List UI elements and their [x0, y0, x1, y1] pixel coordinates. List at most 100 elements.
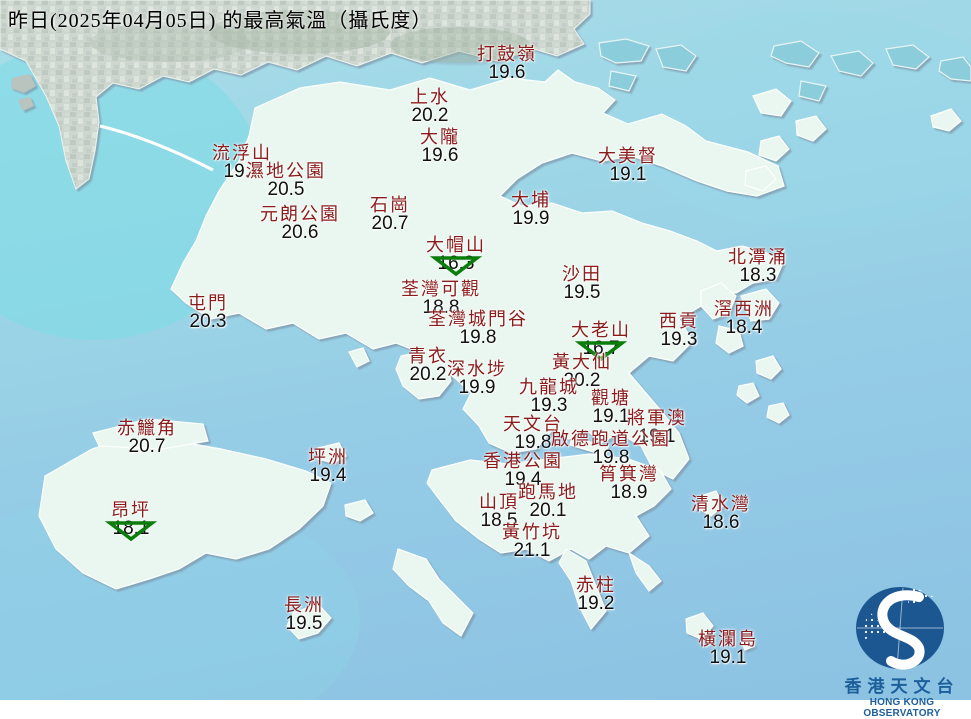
- station-value: 19.9: [513, 209, 550, 228]
- station-value-text: 19.1: [609, 164, 647, 186]
- station: 屯門 20.3: [188, 294, 228, 332]
- station: 筲箕灣 18.9: [599, 465, 659, 503]
- station: 滘西洲 18.4: [714, 300, 774, 338]
- green-triangle-marker-icon: [104, 521, 158, 542]
- station-value-text: 19.4: [309, 465, 347, 487]
- station-name-label: 赤柱: [576, 575, 616, 595]
- station-name-label: 元朗公園: [260, 204, 340, 224]
- station-name-label: 大帽山: [426, 235, 486, 255]
- station-name-label: 流浮山: [212, 143, 272, 163]
- logo-english-label: HONG KONG OBSERVATORY: [863, 697, 941, 719]
- stations-layer: 打鼓嶺 19.6 上水 20.2 大隴 19.6 流浮山 19.7 濕地公園 2…: [0, 0, 971, 700]
- station-value-text: 19.6: [421, 145, 459, 167]
- station-value-text: 19.5: [563, 282, 601, 304]
- station-value: 19.9: [459, 378, 496, 397]
- station-name-label: 山頂: [479, 492, 519, 512]
- station-value-text: 19.9: [458, 377, 496, 399]
- station-name-label: 清水灣: [691, 494, 751, 514]
- station-value-text: 20.3: [189, 311, 227, 333]
- station-value-text: 18.4: [725, 317, 763, 339]
- logo-chinese-label: 香港天文台: [844, 677, 960, 696]
- station-value-text: 20.2: [411, 105, 449, 127]
- station: 跑馬地 20.1: [518, 483, 578, 521]
- station-name-label: 將軍澳: [627, 408, 687, 428]
- station-name-label: 赤鱲角: [117, 418, 177, 438]
- station-name-label: 石崗: [370, 195, 410, 215]
- weather-map: 昨日(2025年04月05日) 的最高氣溫（攝氏度） 打鼓嶺 19.6 上水 2…: [0, 0, 971, 719]
- station-name-label: 觀塘: [591, 388, 631, 408]
- station-name-label: 香港公園: [483, 451, 563, 471]
- station-name-label: 黃竹坑: [502, 522, 562, 542]
- station-value-text: 19.6: [488, 62, 526, 84]
- station: 啟德跑道公園 19.8: [551, 430, 671, 468]
- station: 大埔 19.9: [511, 191, 551, 229]
- station-name-label: 深水埗: [447, 359, 507, 379]
- station-name-label: 坪洲: [308, 447, 348, 467]
- station: 昂坪 18.1: [104, 500, 158, 542]
- station-name-label: 大老山: [571, 320, 631, 340]
- station-name-label: 橫瀾島: [698, 629, 758, 649]
- station-name-label: 青衣: [408, 346, 448, 366]
- station: 深水埗 19.9: [447, 360, 507, 398]
- station-value: 16.3: [429, 254, 483, 277]
- station-value: 20.3: [190, 312, 227, 331]
- station: 大隴 19.6: [420, 128, 460, 166]
- station: 大帽山 16.3: [426, 235, 486, 277]
- station-value: 19.1: [610, 165, 647, 184]
- station: 觀塘 19.1: [591, 389, 631, 427]
- station-value: 18.3: [740, 266, 777, 285]
- station: 打鼓嶺 19.6: [477, 45, 537, 83]
- station: 赤柱 19.2: [576, 576, 616, 614]
- station-name-label: 西貢: [659, 311, 699, 331]
- station-value: 19.3: [661, 330, 698, 349]
- station-name-label: 筲箕灣: [599, 464, 659, 484]
- station-name-label: 打鼓嶺: [477, 44, 537, 64]
- station-value-text: 20.1: [529, 500, 567, 522]
- station-name-label: 大隴: [420, 127, 460, 147]
- station-name-label: 九龍城: [519, 377, 579, 397]
- station-name-label: 啟德跑道公園: [551, 429, 671, 449]
- hko-logo: 香港天文台 HONG KONG OBSERVATORY: [836, 584, 968, 719]
- station-name-label: 屯門: [188, 293, 228, 313]
- station-value: 20.1: [530, 501, 567, 520]
- station-value: 20.7: [129, 437, 166, 456]
- station-value: 19.1: [593, 407, 630, 426]
- green-triangle-marker-icon: [429, 256, 483, 277]
- station: 石崗 20.7: [370, 196, 410, 234]
- station-value: 20.2: [410, 365, 447, 384]
- station: 大美督 19.1: [598, 147, 658, 185]
- station-value: 18.1: [104, 519, 158, 542]
- station-value-text: 19.1: [592, 406, 630, 428]
- station-value: 19.5: [286, 614, 323, 633]
- station-value-text: 19.9: [512, 208, 550, 230]
- station-value: 20.5: [268, 180, 305, 199]
- station: 濕地公園 20.5: [246, 162, 326, 200]
- station-value: 20.6: [282, 223, 319, 242]
- station-name-label: 北潭涌: [728, 247, 788, 267]
- station-name-label: 大埔: [511, 190, 551, 210]
- station: 長洲 19.5: [284, 596, 324, 634]
- station: 西貢 19.3: [659, 312, 699, 350]
- station-value-text: 19.8: [459, 327, 497, 349]
- station-value: 19.4: [310, 466, 347, 485]
- station-value-text: 18.6: [702, 512, 740, 534]
- station-name-label: 黃大仙: [552, 352, 612, 372]
- station-value-text: 20.7: [128, 436, 166, 458]
- station: 青衣 20.2: [408, 347, 448, 385]
- station: 坪洲 19.4: [308, 448, 348, 486]
- station-value: 19.6: [422, 146, 459, 165]
- station-name-label: 昂坪: [111, 500, 151, 520]
- station: 橫瀾島 19.1: [698, 630, 758, 668]
- station-name-label: 長洲: [284, 595, 324, 615]
- station-value: 19.2: [578, 594, 615, 613]
- station-value-text: 20.5: [267, 179, 305, 201]
- station: 清水灣 18.6: [691, 495, 751, 533]
- station: 九龍城 19.3: [519, 378, 579, 416]
- station-value-text: 18.9: [610, 482, 648, 504]
- station-name-label: 大美督: [598, 146, 658, 166]
- station-value: 19.3: [531, 396, 568, 415]
- station-name-label: 濕地公園: [246, 161, 326, 181]
- station-name-label: 上水: [410, 87, 450, 107]
- station-value: 20.7: [372, 214, 409, 233]
- station-value-text: 19.3: [660, 329, 698, 351]
